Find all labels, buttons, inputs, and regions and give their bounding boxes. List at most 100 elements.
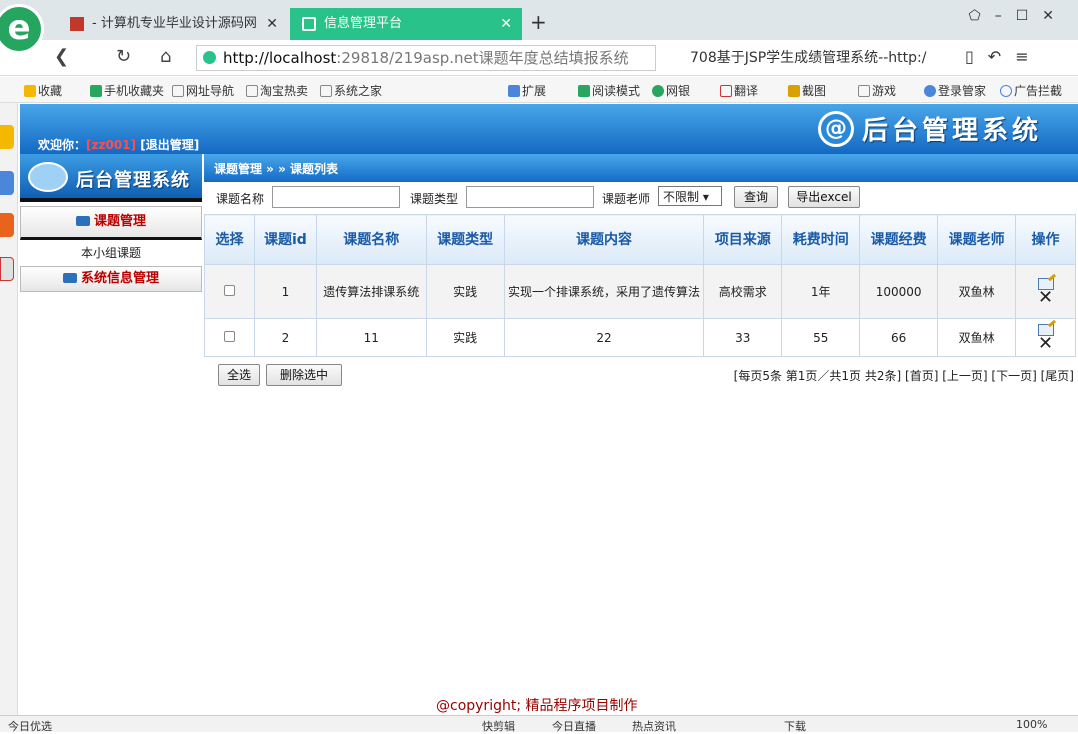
row-checkbox[interactable] (223, 284, 235, 296)
select-all-button[interactable]: 全选 (218, 364, 260, 386)
topic-name-input[interactable] (272, 186, 400, 208)
table-footer: 全选 删除选中 [每页5条 第1页／共1页 共2条] [首页] [上一页] [下… (204, 362, 1076, 388)
menu-topic-management[interactable]: 课题管理 (20, 206, 202, 240)
pager-prev-link[interactable]: [上一页] (942, 369, 987, 383)
address-bar-row: ❮ ↻ ⌂ http://localhost:29818/219asp.net课… (0, 40, 1078, 76)
page-icon (246, 85, 258, 97)
col-header-select: 选择 (204, 214, 255, 265)
tab-close-icon[interactable]: ✕ (266, 8, 278, 40)
bookmark-extensions[interactable]: 扩展 (508, 82, 546, 99)
shield-icon (652, 85, 664, 97)
refresh-icon[interactable]: ↻ (116, 46, 131, 67)
side-app-icon[interactable] (0, 171, 14, 195)
block-icon (1000, 85, 1012, 97)
browser-tab-bar: e - 计算机专业毕业设计源码网 ✕ 信息管理平台 ✕ + ⬠–☐✕ (0, 0, 1078, 54)
key-icon (924, 85, 936, 97)
bookmark-taobao[interactable]: 淘宝热卖 (246, 82, 308, 99)
app-header: 欢迎你：[zz001] [退出管理] @ 后台管理系统 (20, 104, 1078, 154)
sidebar: 后台管理系统 课题管理 本小组课题 系统信息管理 (20, 154, 202, 715)
status-zoom[interactable]: 100% (1016, 718, 1047, 731)
bookmark-translate[interactable]: 翻译 (720, 82, 758, 99)
cell-teacher: 双鱼林 (937, 318, 1017, 357)
new-tab-plus-icon[interactable]: + (530, 10, 547, 34)
col-header-fund: 课题经费 (859, 214, 939, 265)
url-input[interactable]: http://localhost:29818/219asp.net课题年度总结填… (196, 45, 656, 71)
delete-icon[interactable]: ✕ (1017, 334, 1074, 352)
browser-tab-active[interactable]: 信息管理平台 ✕ (290, 8, 522, 40)
topic-name-label: 课题名称 (216, 192, 265, 206)
cell-fund: 66 (859, 318, 939, 357)
side-game-icon[interactable] (0, 257, 14, 281)
export-excel-button[interactable]: 导出excel (788, 186, 860, 208)
side-favorites-icon[interactable] (0, 125, 14, 149)
table-row: 2 11 实践 22 33 55 66 双鱼林 ✕ (204, 318, 1076, 357)
pager: [每页5条 第1页／共1页 共2条] [首页] [上一页] [下一页] [尾页] (734, 367, 1074, 384)
browser-search-input[interactable]: 708基于JSP学生成绩管理系统--http:/ (690, 45, 935, 71)
cell-time: 55 (781, 318, 861, 357)
bookmark-login-manager[interactable]: 登录管家 (924, 82, 986, 99)
col-header-teacher: 课题老师 (937, 214, 1017, 265)
back-arrow-icon[interactable]: ❮ (54, 46, 69, 67)
col-header-type: 课题类型 (425, 214, 505, 265)
sidebar-item-group-topics[interactable]: 本小组课题 (20, 240, 202, 266)
cell-type: 实践 (425, 318, 505, 357)
bookmark-games[interactable]: 游戏 (858, 82, 896, 99)
topic-type-input[interactable] (466, 186, 594, 208)
copyright-footer: @copyright; 精品程序项目制作 (436, 698, 638, 714)
current-user: [zz001] (86, 138, 137, 152)
pager-next-link[interactable]: [下一页] (991, 369, 1036, 383)
teacher-select[interactable]: 不限制 ▾ (658, 186, 722, 206)
bookmark-mobile[interactable]: 手机收藏夹 (90, 82, 164, 99)
pager-summary: [每页5条 第1页／共1页 共2条] (733, 369, 902, 383)
topic-type-label: 课题类型 (410, 192, 459, 206)
grid-icon (508, 85, 520, 97)
secure-shield-icon (203, 51, 216, 64)
gears-logo-icon (28, 162, 68, 192)
edit-icon[interactable] (1037, 277, 1054, 290)
logout-link[interactable]: [退出管理] (140, 138, 199, 152)
main-content: 课题管理 » » 课题列表 课题名称 课题类型 课题老师 不限制 ▾ 查询 导出… (204, 154, 1078, 715)
bookmark-bank[interactable]: 网银 (652, 82, 690, 99)
menu-system-info[interactable]: 系统信息管理 (20, 266, 202, 292)
query-button[interactable]: 查询 (734, 186, 778, 208)
edit-icon[interactable] (1037, 323, 1054, 336)
window-controls[interactable]: ⬠–☐✕ (969, 8, 1068, 24)
dropdown-arrow-icon: ▾ (702, 190, 709, 204)
menu-hand-icon (62, 273, 77, 283)
cell-teacher: 双鱼林 (937, 264, 1017, 319)
row-checkbox[interactable] (223, 330, 235, 342)
delete-selected-button[interactable]: 删除选中 (266, 364, 342, 386)
cell-name: 11 (315, 318, 427, 357)
cell-source: 高校需求 (703, 264, 783, 319)
bookmark-xitong[interactable]: 系统之家 (320, 82, 382, 99)
table-row: 1 遗传算法排课系统 实践 实现一个排课系统，采用了遗传算法 高校需求 1年 1… (204, 264, 1076, 319)
search-form: 课题名称 课题类型 课题老师 不限制 ▾ 查询 导出excel (204, 182, 1078, 212)
col-header-name: 课题名称 (315, 214, 427, 265)
bookmarks-bar: 收藏 手机收藏夹 网址导航 淘宝热卖 系统之家 扩展 阅读模式 网银 翻译 截图… (0, 77, 1078, 103)
bookmark-screenshot[interactable]: 截图 (788, 82, 826, 99)
col-header-source: 项目来源 (703, 214, 783, 265)
bookmark-favorites[interactable]: 收藏 (24, 82, 62, 99)
app-title: @ 后台管理系统 (817, 110, 1042, 147)
tab-label: - 计算机专业毕业设计源码网 (92, 16, 257, 31)
home-icon[interactable]: ⌂ (160, 46, 171, 67)
cell-source: 33 (703, 318, 783, 357)
bookmark-adblock[interactable]: 广告拦截 (1000, 82, 1062, 99)
tab-close-icon[interactable]: ✕ (500, 8, 512, 40)
cell-type: 实践 (425, 264, 505, 319)
toolbar-right-icons[interactable]: ▯↶≡ (965, 47, 1043, 66)
pager-last-link[interactable]: [尾页] (1041, 369, 1074, 383)
pager-first-link[interactable]: [首页] (905, 369, 938, 383)
side-weibo-icon[interactable] (0, 213, 14, 237)
col-header-content: 课题内容 (503, 214, 705, 265)
browser-tab-source-site[interactable]: - 计算机专业毕业设计源码网 ✕ (58, 8, 288, 40)
cell-time: 1年 (781, 264, 861, 319)
book-icon (578, 85, 590, 97)
bookmark-reader[interactable]: 阅读模式 (578, 82, 640, 99)
browser-status-bar: 今日优选 快剪辑 今日直播 热点资讯 下载 100% (0, 715, 1078, 733)
at-sign-logo-icon: @ (817, 110, 854, 147)
page-favicon-icon (302, 17, 316, 31)
star-icon (24, 85, 36, 97)
delete-icon[interactable]: ✕ (1017, 288, 1074, 306)
bookmark-nav[interactable]: 网址导航 (172, 82, 234, 99)
